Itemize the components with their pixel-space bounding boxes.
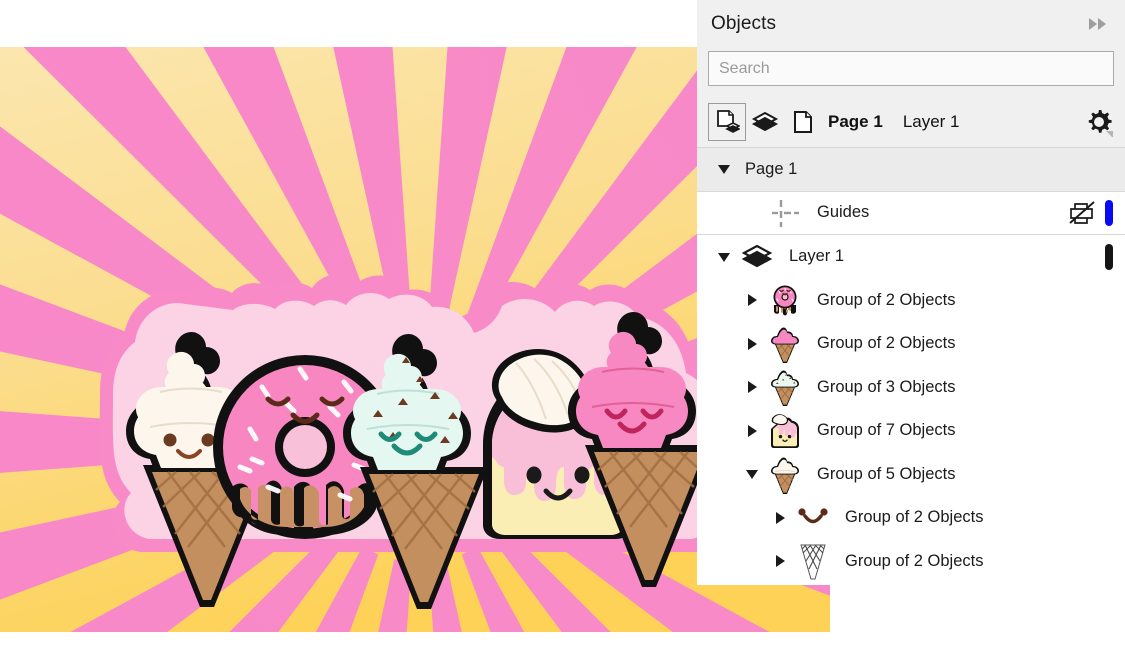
tree-row-label: Group of 2 Objects <box>845 552 984 571</box>
page-icon[interactable] <box>784 103 822 141</box>
tree-row-label: Group of 2 Objects <box>817 291 956 310</box>
search-input[interactable] <box>708 51 1114 86</box>
tree-row-label: Group of 2 Objects <box>817 334 956 353</box>
mint-cone-thumb <box>765 367 805 407</box>
row-controls <box>1065 192 1125 235</box>
chevron-down-icon[interactable] <box>711 244 737 270</box>
page-title: Objects <box>711 13 1085 35</box>
white-cone-thumb <box>765 454 805 494</box>
tree-row-label: Page 1 <box>745 160 797 179</box>
tree-row-page-1[interactable]: Page 1 <box>697 148 1125 192</box>
tree-row-group-waffle[interactable]: Group of 2 Objects <box>697 540 1125 584</box>
guides-crosshair-icon <box>765 193 805 233</box>
tree-row-group-pudding[interactable]: Group of 7 Objects <box>697 409 1125 453</box>
chevron-right-icon[interactable] <box>739 287 765 313</box>
face-thumb <box>793 498 833 538</box>
tree-row-label: Group of 7 Objects <box>817 421 956 440</box>
tree-row-group-mint-cone[interactable]: Group of 3 Objects <box>697 366 1125 410</box>
printer-disabled-icon[interactable] <box>1065 196 1099 230</box>
tree-row-layer-1[interactable]: Layer 1 <box>697 235 1125 279</box>
chevron-right-icon[interactable] <box>767 505 793 531</box>
double-chevron-right-icon[interactable] <box>1085 11 1111 37</box>
twisty-placeholder <box>739 200 765 226</box>
chevron-right-icon[interactable] <box>739 331 765 357</box>
tree-row-label: Group of 2 Objects <box>845 508 984 527</box>
page-and-layers-icon[interactable] <box>708 103 746 141</box>
object-tree[interactable]: Page 1 Guides Layer 1 <box>697 147 1125 585</box>
tree-row-label: Layer 1 <box>789 247 844 266</box>
objects-panel: Objects <box>697 0 1125 585</box>
layer-color-bar[interactable] <box>1105 200 1113 226</box>
donut-thumb <box>765 280 805 320</box>
pudding-thumb <box>765 411 805 451</box>
layers-stack-icon <box>737 237 777 277</box>
tree-row-label: Group of 5 Objects <box>817 465 956 484</box>
chevron-right-icon[interactable] <box>739 374 765 400</box>
tree-row-label: Guides <box>817 203 869 222</box>
tree-row-group-donut[interactable]: Group of 2 Objects <box>697 279 1125 323</box>
chevron-down-icon[interactable] <box>739 461 765 487</box>
tree-row-group-pink-cone[interactable]: Group of 2 Objects <box>697 322 1125 366</box>
chevron-right-icon[interactable] <box>739 418 765 444</box>
layers-stack-icon[interactable] <box>746 103 784 141</box>
pink-cone-thumb <box>765 324 805 364</box>
search-container <box>697 47 1125 97</box>
gear-icon[interactable] <box>1081 104 1117 140</box>
tree-row-guides[interactable]: Guides <box>697 192 1125 236</box>
tree-row-group-white-cone[interactable]: Group of 5 Objects <box>697 453 1125 497</box>
layer-color-bar[interactable] <box>1105 244 1113 270</box>
panel-titlebar: Objects <box>697 0 1125 47</box>
toolbar-page-label: Page 1 <box>828 112 883 132</box>
chevron-down-icon[interactable] <box>711 156 737 182</box>
tree-row-group-face[interactable]: Group of 2 Objects <box>697 496 1125 540</box>
panel-toolbar: Page 1 Layer 1 <box>697 97 1125 147</box>
row-controls <box>1099 235 1125 279</box>
waffle-cone-thumb <box>793 541 833 581</box>
chevron-right-icon[interactable] <box>767 548 793 574</box>
tree-row-label: Group of 3 Objects <box>817 378 956 397</box>
toolbar-layer-label: Layer 1 <box>903 112 960 132</box>
